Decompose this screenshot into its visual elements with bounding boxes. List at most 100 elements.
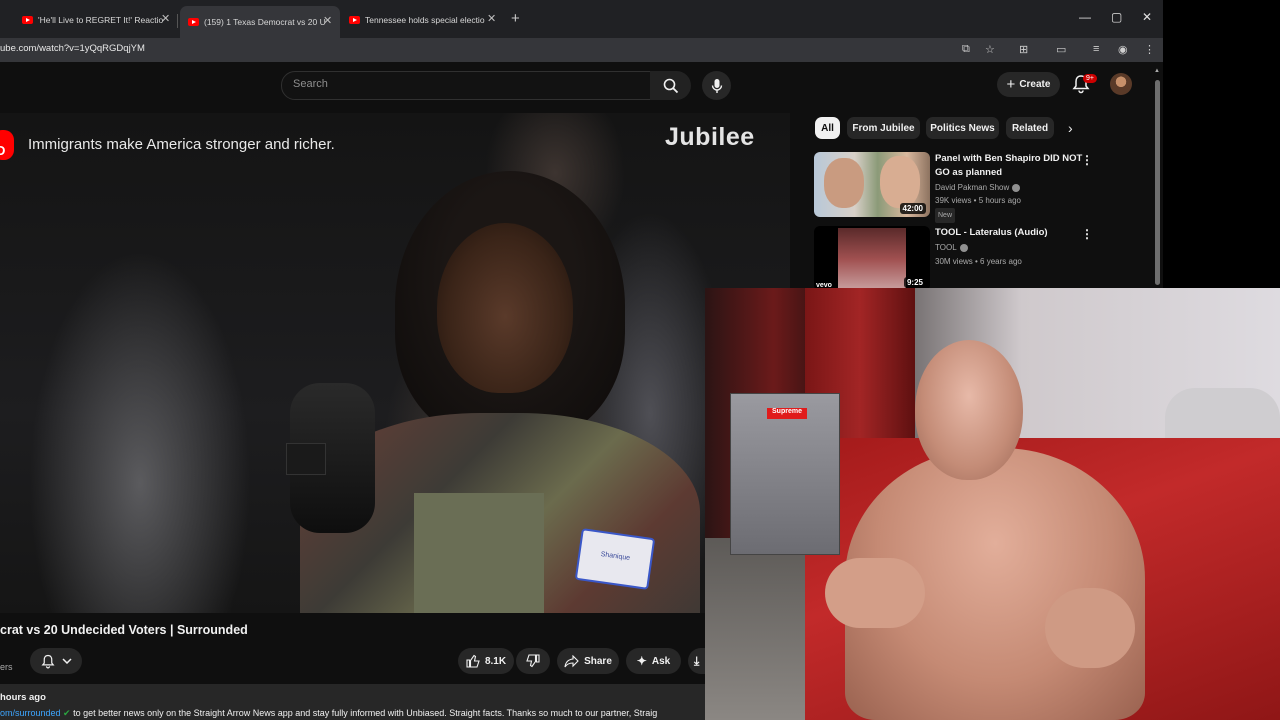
page-scrollbar[interactable]: ▲ [1154,68,1160,290]
subscription-bell-button[interactable] [30,648,82,674]
side-panel-icon[interactable]: ▭ [1056,43,1066,56]
tab-title: 'He'll Live to REGRET It!' Reactio [38,15,164,25]
tab-bar: 'He'll Live to REGRET It!' Reactio ✕ (15… [0,0,1163,38]
video-frame-face [437,223,573,393]
share-arrow-icon [564,654,579,667]
ask-label: Ask [651,655,671,667]
recommended-channel[interactable]: David Pakman Show [935,181,1021,194]
download-icon: ⤓ [694,653,700,668]
scrollbar-thumb[interactable] [1155,80,1160,285]
scroll-up-arrow-icon[interactable]: ▲ [1154,68,1160,74]
more-options-icon[interactable]: ⋮ [1081,227,1093,241]
desktop-background [1163,0,1280,290]
plus-icon: + [1006,76,1016,93]
youtube-favicon-icon [188,18,199,26]
chevron-down-icon [61,658,72,664]
search-icon [663,78,678,93]
webcam-person-head [915,340,1023,480]
share-label: Share [584,655,612,667]
description-link[interactable]: om/surrounded [0,708,61,718]
notifications-badge: 9+ [1083,74,1097,83]
description-text: om/surrounded ✔ to get better news only … [0,708,657,719]
tab-close-icon[interactable]: ✕ [323,14,332,27]
new-badge-label: New [935,208,956,223]
voice-search-button[interactable] [702,71,731,100]
bell-icon [41,654,54,668]
description-body: to get better news only on the Straight … [70,708,658,718]
caption-badge-icon [0,130,14,160]
tab-3[interactable]: Tennessee holds special electio ✕ [349,8,499,32]
tab-close-icon[interactable]: ✕ [487,12,496,25]
recommended-title[interactable]: TOOL - Lateralus (Audio) [935,226,1085,240]
youtube-favicon-icon [22,16,33,24]
maximize-button[interactable]: ▢ [1111,10,1122,24]
bookmark-star-icon[interactable]: ☆ [985,43,995,56]
webcam-person-hand-right [1045,588,1135,668]
upload-time: hours ago [0,692,46,703]
chip-all[interactable]: All [815,117,840,139]
like-count: 8.1K [484,655,507,667]
microphone-icon [711,78,722,93]
video-frame-nametag: Shanique [574,528,656,590]
tab-1[interactable]: 'He'll Live to REGRET It!' Reactio ✕ [22,8,172,32]
video-caption: Immigrants make America stronger and ric… [28,136,335,153]
tab-2-active[interactable]: (159) 1 Texas Democrat vs 20 U ✕ [180,6,340,38]
thumbs-down-icon [526,654,540,668]
chip-related[interactable]: Related [1006,117,1054,139]
new-badge: New [935,208,956,223]
browser-menu-icon[interactable]: ⋮ [1144,43,1155,56]
minimize-button[interactable]: — [1079,10,1091,24]
chip-from-jubilee[interactable]: From Jubilee [847,117,920,139]
channel-name: TOOL [935,243,957,252]
share-button[interactable]: Share [557,648,619,674]
recommended-channel[interactable]: TOOL [935,241,968,254]
address-bar: ube.com/watch?v=1yQqRGDqjYM ⧉ ☆ ⊞ ▭ ≡ ◉ … [0,38,1163,62]
extensions-puzzle-icon[interactable]: ⊞ [1019,43,1028,56]
search-input[interactable]: Search [281,71,651,100]
chip-politics-news[interactable]: Politics News [926,117,999,139]
youtube-favicon-icon [349,16,360,24]
video-duration: 42:00 [899,203,926,214]
media-controls-icon[interactable]: ≡ [1093,43,1099,55]
video-title: crat vs 20 Undecided Voters | Surrounded [0,623,248,637]
search-placeholder: Search [293,78,328,90]
dislike-button[interactable] [516,648,550,674]
search-button[interactable] [650,71,691,100]
verified-check-icon: ✔ [60,708,71,718]
like-button[interactable]: 8.1K [458,648,514,674]
sparkle-icon: ✦ [636,654,647,668]
verified-badge-icon [1012,183,1021,192]
tab-title: Tennessee holds special electio [365,15,485,25]
recommended-title[interactable]: Panel with Ben Shapiro DID NOT GO as pla… [935,152,1085,180]
video-duration: 9:25 [903,277,926,288]
webcam-sticker: Supreme [767,408,807,419]
new-tab-button[interactable]: + [511,10,520,27]
more-options-icon[interactable]: ⋮ [1081,153,1093,167]
profile-icon[interactable]: ◉ [1118,43,1128,56]
chevron-right-icon[interactable]: › [1068,120,1073,136]
subscriber-count: ers [0,662,13,672]
video-frame-shirt [414,493,544,613]
tab-separator [177,14,178,28]
recommended-stats: 39K views • 5 hours ago [935,196,1021,205]
install-app-icon[interactable]: ⧉ [962,43,970,56]
account-avatar[interactable] [1110,73,1132,95]
thumbs-up-icon [466,654,480,668]
url-field[interactable]: ube.com/watch?v=1yQqRGDqjYM [0,43,145,54]
close-window-button[interactable]: ✕ [1142,10,1152,24]
channel-watermark: Jubilee [665,123,755,151]
youtube-masthead: Search + Create 9+ [0,62,1163,110]
recommended-thumbnail[interactable]: 42:00 [814,152,930,217]
tab-title: (159) 1 Texas Democrat vs 20 U [204,17,326,27]
video-frame-mic-flag [286,443,326,475]
webcam-overlay: Supreme [705,288,1280,720]
recommended-thumbnail[interactable]: vevo 9:25 [814,226,930,291]
create-button[interactable]: + Create [997,72,1060,97]
channel-name: David Pakman Show [935,183,1010,192]
video-player[interactable]: Shanique Immigrants make America stronge… [0,113,790,613]
create-label: Create [1019,79,1051,90]
webcam-person-hand-left [825,558,925,628]
tab-close-icon[interactable]: ✕ [161,12,170,25]
recommended-stats: 30M views • 6 years ago [935,257,1022,266]
ask-button[interactable]: ✦ Ask [626,648,681,674]
